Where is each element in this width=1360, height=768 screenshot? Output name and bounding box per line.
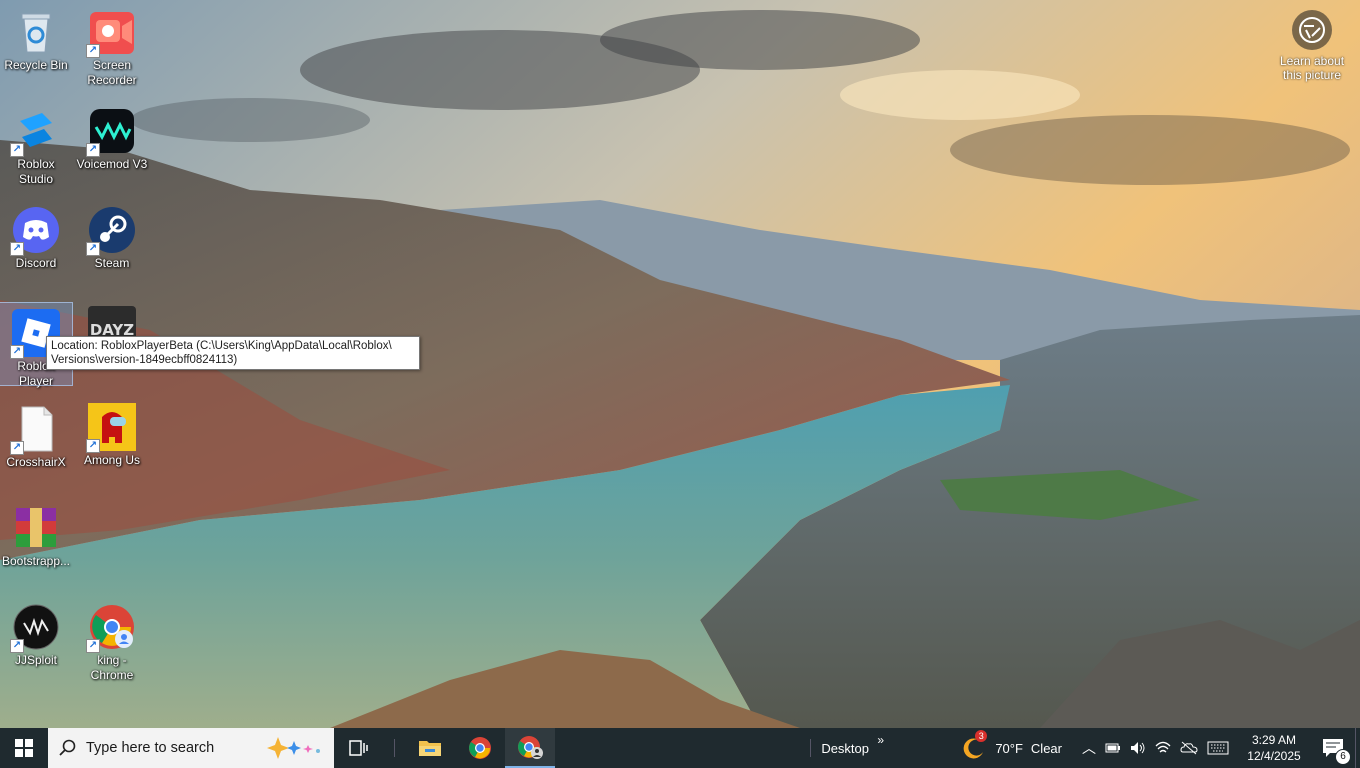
notification-center-button[interactable]: 6 (1311, 728, 1355, 768)
desktop-icon-crosshairx[interactable]: ↗ CrosshairX (0, 399, 72, 481)
learn-label: Learn about this picture (1279, 54, 1345, 82)
chrome-icon (469, 737, 491, 759)
file-icon: ↗ (10, 405, 60, 455)
show-desktop-button[interactable] (1355, 728, 1360, 768)
battery-plug-icon[interactable] (1105, 741, 1121, 755)
voicemod-icon: ↗ (86, 107, 136, 157)
learn-about-picture[interactable]: Learn about this picture (1276, 10, 1348, 82)
screen-recorder-icon: ↗ (86, 8, 136, 58)
folder-icon (419, 741, 441, 756)
chevron-up-icon[interactable]: ︿ (1082, 738, 1096, 758)
speaker-icon[interactable] (1130, 741, 1146, 755)
roblox-studio-icon: ↗ (10, 107, 60, 157)
shortcut-arrow-icon: ↗ (10, 345, 24, 359)
search-placeholder: Type here to search (86, 740, 215, 756)
shortcut-arrow-icon: ↗ (86, 639, 100, 653)
taskbar-divider (394, 739, 395, 757)
taskbar: Type here to search Desktop » 3 70°F Cle… (0, 728, 1360, 768)
desktop-icon-discord[interactable]: ↗ Discord (0, 200, 72, 290)
desktop-icon-jjsploit[interactable]: ↗ JJSploit (0, 597, 72, 679)
among-us-icon: ↗ (86, 403, 136, 453)
shortcut-arrow-icon: ↗ (86, 242, 100, 256)
jjsploit-icon: ↗ (10, 603, 60, 653)
desktop-icon-label: Screen Recorder (87, 58, 137, 87)
location-tooltip: Location: RobloxPlayerBeta (C:\Users\Kin… (46, 336, 420, 370)
shortcut-arrow-icon: ↗ (10, 639, 24, 653)
desktop-icon-label: Discord (15, 256, 57, 270)
desktop-icon-among-us[interactable]: ↗ Among Us (76, 397, 148, 479)
desktop-icon-label: Steam (94, 256, 130, 270)
notification-count-badge: 6 (1335, 749, 1351, 765)
search-icon (59, 739, 76, 756)
clock-time: 3:29 AM (1251, 733, 1297, 747)
desktop-toolbar-label: Desktop (821, 740, 870, 756)
desktop-icon-label: Bootstrapp... (1, 554, 71, 568)
moon-weather-icon: 3 (963, 730, 988, 760)
desktop-icon-label: JJSploit (14, 653, 58, 667)
clock[interactable]: 3:29 AM 12/4/2025 (1237, 732, 1311, 764)
desktop-icon-label: king - Chrome (90, 653, 134, 682)
search-box[interactable]: Type here to search (48, 728, 334, 768)
desktop-icon-screen-recorder[interactable]: ↗ Screen Recorder (76, 2, 148, 94)
weather-widget[interactable]: 3 70°F Clear (963, 728, 1062, 768)
wifi-icon[interactable] (1155, 741, 1171, 755)
shortcut-arrow-icon: ↗ (10, 242, 24, 256)
desktop-icon-king-chrome[interactable]: ↗ king - Chrome (76, 597, 148, 687)
shortcut-arrow-icon: ↗ (10, 143, 24, 157)
shortcut-arrow-icon: ↗ (86, 143, 100, 157)
desktop-icon-recycle-bin[interactable]: Recycle Bin (0, 2, 72, 94)
desktop-icon-label: Among Us (83, 453, 141, 467)
chevron-double-right-icon: » (877, 732, 884, 747)
desktop-icon-steam[interactable]: ↗ Steam (76, 200, 148, 290)
chrome-profile-icon: ↗ (86, 603, 136, 653)
shortcut-arrow-icon: ↗ (10, 441, 24, 455)
shortcut-arrow-icon: ↗ (86, 44, 100, 58)
recycle-bin-icon (12, 8, 60, 56)
desktop-icon-roblox-studio[interactable]: ↗ Roblox Studio (0, 101, 72, 193)
desktop-icon-voicemod[interactable]: ↗ Voicemod V3 (76, 101, 148, 193)
tooltip-line-1: Location: RobloxPlayerBeta (C:\Users\Kin… (51, 340, 392, 352)
windows-logo-icon (15, 739, 33, 757)
taskbar-divider (810, 739, 812, 757)
steam-icon: ↗ (86, 206, 136, 256)
desktop-icon-label: Roblox Studio (17, 157, 55, 186)
taskbar-chrome[interactable] (455, 728, 505, 768)
task-view-icon (349, 740, 368, 756)
taskbar-chrome-king-profile[interactable] (505, 728, 555, 768)
weather-temp: 70°F (995, 740, 1023, 756)
onedrive-off-icon[interactable] (1180, 741, 1198, 755)
tooltip-line-2: Versions\version-1849ecbff0824113) (51, 354, 238, 366)
start-button[interactable] (0, 728, 48, 768)
discord-icon: ↗ (10, 206, 60, 256)
desktop-icon-label: Voicemod V3 (76, 157, 148, 171)
chrome-profile-icon (518, 736, 543, 759)
shortcut-arrow-icon: ↗ (86, 439, 100, 453)
keyboard-icon[interactable] (1207, 741, 1229, 755)
search-highlights-icon (267, 737, 320, 759)
clock-date: 12/4/2025 (1247, 749, 1301, 763)
camera-aperture-icon (1292, 10, 1332, 50)
desktop-icon-dayz[interactable]: DAYZ (76, 300, 148, 354)
weather-condition: Clear (1030, 740, 1062, 756)
taskbar-file-explorer[interactable] (405, 728, 455, 768)
desktop-icon-bootstrapper[interactable]: Bootstrapp... (0, 498, 72, 580)
winrar-archive-icon (12, 504, 60, 552)
desktop-icon-label: CrosshairX (6, 455, 66, 469)
system-tray: ︿ (1082, 738, 1229, 758)
desktop-toolbar[interactable]: Desktop » (821, 733, 887, 756)
task-view-button[interactable] (334, 728, 384, 768)
desktop-icon-label: Recycle Bin (4, 58, 68, 72)
